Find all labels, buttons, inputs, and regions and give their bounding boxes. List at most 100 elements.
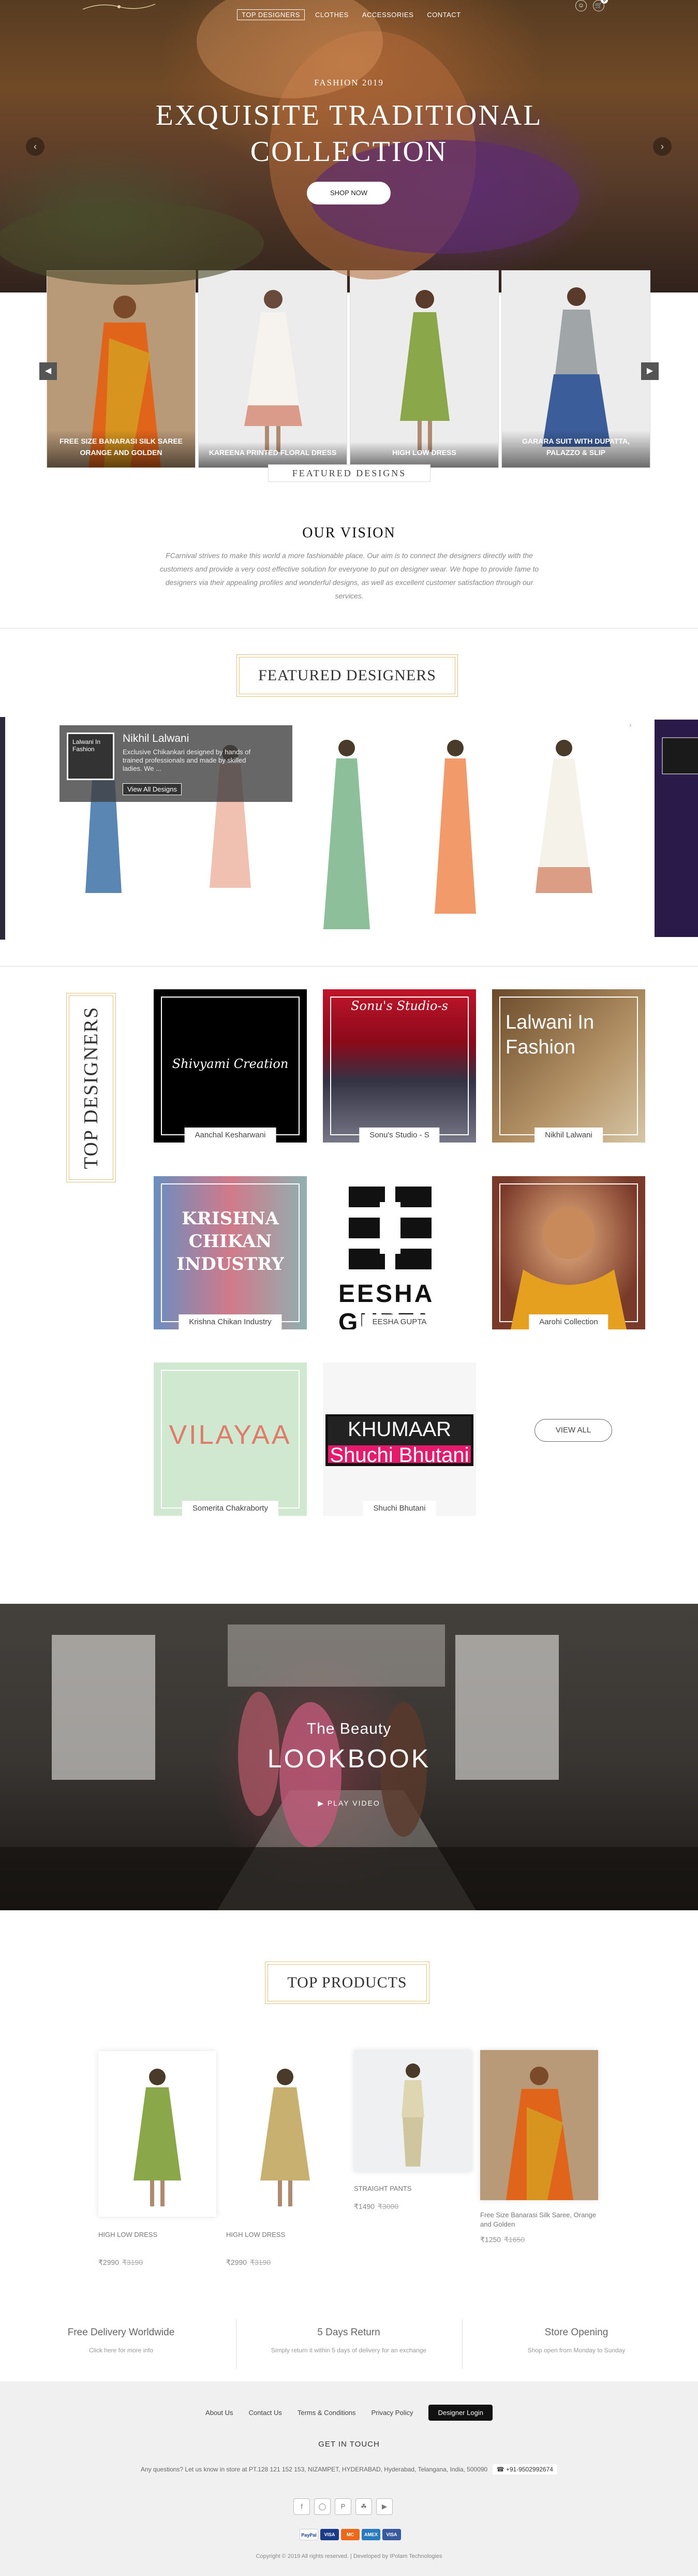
copyright: Copyright © 2019 All rights reserved. | … [256, 2553, 442, 2559]
product-name[interactable]: HIGH LOW DRESS [226, 2231, 285, 2238]
feature-title: Store Opening [544, 2327, 608, 2338]
hero-banner: TOP DESIGNERS CLOTHES ACCESSORIES CONTAC… [0, 0, 698, 292]
category-label: HIGH LOW DRESS [350, 442, 498, 467]
designer-tile-caption: Sonu's Studio - S [359, 1128, 440, 1143]
product-price: ₹1250 ₹1650 [480, 2235, 525, 2244]
instagram-icon[interactable]: ◯ [314, 2498, 331, 2515]
hero-next-arrow-icon[interactable]: › [653, 137, 672, 156]
view-all-designs-button[interactable]: View All Designs [123, 783, 182, 795]
footer-link-terms[interactable]: Terms & Conditions [298, 2409, 356, 2417]
category-label: KAREENA PRINTED FLORAL DRESS [199, 442, 347, 467]
youtube-icon[interactable]: ▶ [376, 2498, 393, 2515]
category-card[interactable]: KAREENA PRINTED FLORAL DRESS [198, 270, 347, 468]
designer-overlay-card: Lalwani In Fashion Nikhil Lalwani Exclus… [60, 725, 292, 802]
footer-link-privacy[interactable]: Privacy Policy [372, 2409, 413, 2417]
footer-link-contact[interactable]: Contact Us [249, 2409, 282, 2417]
designer-tile[interactable]: KRISHNA CHIKAN INDUSTRY Krishna Chikan I… [154, 1176, 307, 1329]
feature-free-delivery: Free Delivery Worldwide Click here for m… [5, 2327, 237, 2354]
product-price: ₹2990 ₹3190 [226, 2258, 271, 2266]
carousel-prev-arrow-icon[interactable]: ◀ [39, 362, 57, 380]
designer-tile[interactable]: VILAYAA Somerita Chakraborty [154, 1363, 307, 1516]
designer-logo-text: KRISHNA CHIKAN INDUSTRY [176, 1208, 284, 1275]
designer-tile[interactable]: EESHA GUPTA EESHA GUPTA [323, 1176, 476, 1329]
designer-login-button[interactable]: Designer Login [428, 2405, 493, 2421]
hero-title: EXQUISITE TRADITIONAL COLLECTION [0, 97, 698, 170]
category-card[interactable]: GARARA SUIT WITH DUPATTA, PALAZZO & SLIP [501, 270, 650, 468]
hero-prev-arrow-icon[interactable]: ‹ [26, 137, 44, 156]
product-name[interactable]: Free Size Banarasi Silk Saree, Orange an… [480, 2211, 598, 2229]
designer-tile[interactable]: Aarohi Collection [492, 1176, 645, 1329]
footer-nav: About Us Contact Us Terms & Conditions P… [0, 2405, 698, 2421]
product-price: ₹2990 ₹3190 [98, 2258, 143, 2266]
pinterest-icon[interactable]: P [335, 2498, 351, 2515]
category-card[interactable]: HIGH LOW DRESS [350, 270, 499, 468]
designer-thumb-text: Lalwani In Fashion [72, 738, 101, 753]
payment-cards: PayPal VISA MC AMEX VISA [300, 2529, 401, 2540]
nav-accessories[interactable]: ACCESSORIES [359, 9, 417, 20]
designer-tile[interactable]: KHUMAAR Shuchi Bhutani Shuchi Bhutani [323, 1363, 476, 1516]
top-designers-title: TOP DESIGNERS [80, 1006, 102, 1169]
nav-contact[interactable]: CONTACT [424, 9, 464, 20]
user-icon[interactable]: ☺ [575, 0, 587, 11]
visa-icon: VISA [382, 2529, 401, 2540]
designer-tile[interactable]: Sonu's Studio-s Sonu's Studio - S [323, 989, 476, 1143]
footer-link-about[interactable]: About Us [205, 2409, 233, 2417]
contact-info: Any questions? Let us know in store at P… [0, 2464, 698, 2475]
designer-logo-text: Shivyami Creation [172, 1057, 289, 1071]
designer-logo-text: Sonu's Studio-s [351, 999, 448, 1013]
phone-badge[interactable]: ☎ +91-9502992674 [492, 2464, 557, 2475]
amex-icon: AMEX [362, 2529, 380, 2540]
top-products-heading: TOP PRODUCTS [265, 1962, 429, 2004]
feature-desc[interactable]: Click here for more info [5, 2347, 237, 2354]
featured-next-arrow-icon[interactable]: › [629, 721, 632, 729]
designer-thumb[interactable]: Lalwani In Fashion [67, 733, 114, 780]
lookbook-banner: The Beauty LOOKBOOK ▶ PLAY VIDEO [0, 1604, 698, 1910]
nav-clothes[interactable]: CLOTHES [312, 9, 352, 20]
snapchat-icon[interactable]: ☘ [355, 2498, 372, 2515]
designer-logo-text: VILAYAA [169, 1420, 292, 1450]
get-in-touch-heading: GET IN TOUCH [318, 2440, 380, 2449]
feature-title: Free Delivery Worldwide [67, 2327, 175, 2338]
facebook-icon[interactable]: f [293, 2498, 310, 2515]
product-image[interactable] [354, 2050, 472, 2172]
cart-icon[interactable]: 🛒 0 [593, 0, 608, 11]
product-name[interactable]: HIGH LOW DRESS [98, 2231, 157, 2238]
designer-tile[interactable]: Shivyami Creation Aanchal Kesharwani [154, 989, 307, 1143]
category-label: GARARA SUIT WITH DUPATTA, PALAZZO & SLIP [502, 430, 650, 467]
hero-title-line1: EXQUISITE TRADITIONAL [155, 99, 543, 131]
play-video-button[interactable]: ▶ PLAY VIDEO [0, 1799, 698, 1808]
top-designers-heading: TOP DESIGNERS [66, 993, 116, 1182]
designer-tile[interactable]: Lalwani In Fashion Nikhil Lalwani [492, 989, 645, 1143]
feature-store-opening: Store Opening Shop open from Monday to S… [460, 2327, 693, 2354]
designer-tile-caption: EESHA GUPTA [362, 1314, 437, 1329]
view-all-designers-button[interactable]: VIEW ALL [534, 1419, 612, 1442]
category-card[interactable]: FREE SIZE BANARASI SILK SAREE ORANGE AND… [47, 270, 196, 468]
product-name[interactable]: STRAIGHT PANTS [354, 2185, 411, 2192]
product-image[interactable] [98, 2051, 216, 2217]
designer-tile-caption: Aanchal Kesharwani [184, 1128, 276, 1143]
carousel-next-arrow-icon[interactable]: ▶ [641, 362, 659, 380]
vision-text: FCarnival strives to make this world a m… [159, 551, 539, 600]
designer-tile-caption: Shuchi Bhutani [363, 1501, 436, 1516]
product-image[interactable] [480, 2050, 598, 2200]
feature-returns: 5 Days Return Simply return it within 5 … [232, 2327, 465, 2354]
lookbook-title: LOOKBOOK [267, 1744, 431, 1773]
social-links: f ◯ P ☘ ▶ [293, 2498, 393, 2515]
product-image[interactable] [226, 2051, 344, 2217]
hero-subtitle: FASHION 2019 [314, 78, 384, 87]
footer-address: Any questions? Let us know in store at P… [141, 2466, 488, 2473]
lookbook-subtitle: The Beauty [306, 1720, 392, 1737]
top-products-title: TOP PRODUCTS [268, 1964, 427, 2001]
shop-now-button[interactable]: SHOP NOW [307, 182, 391, 204]
product-price: ₹1490 ₹3000 [354, 2202, 399, 2211]
designer-logo-text: KHUMAAR Shuchi Bhutani [328, 1416, 471, 1467]
page: { "nav": { "items": ["TOP DESIGNERS", "C… [0, 0, 698, 2576]
designer-tile-caption: Somerita Chakraborty [182, 1501, 278, 1516]
designer-tile-caption: Krishna Chikan Industry [179, 1314, 282, 1329]
designer-description: Exclusive Chikankari designed by hands o… [123, 748, 251, 772]
feature-desc: Shop open from Monday to Sunday [527, 2347, 626, 2354]
designer-tile-caption: Aarohi Collection [529, 1314, 608, 1329]
hero-title-line2: COLLECTION [250, 136, 448, 168]
nav-top-designers[interactable]: TOP DESIGNERS [237, 9, 305, 20]
category-image [199, 271, 347, 467]
